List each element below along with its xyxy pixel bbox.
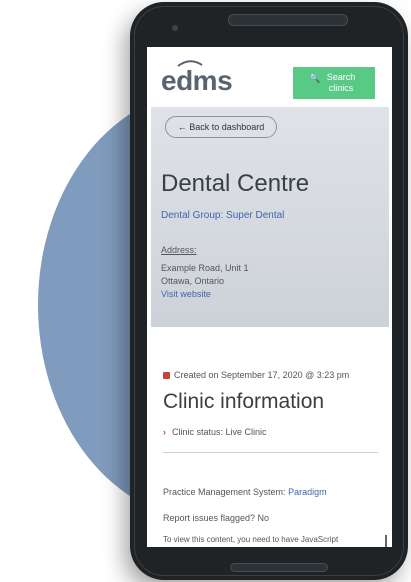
address-line-2: Ottawa, Ontario xyxy=(161,276,225,286)
created-date: Created on September 17, 2020 @ 3:23 pm xyxy=(163,370,349,380)
clinic-status: › Clinic status: Live Clinic xyxy=(163,427,267,437)
address-label: Address: xyxy=(161,245,197,255)
top-bar: edms 🔍 Search clinics xyxy=(147,47,392,107)
pms-link[interactable]: Paradigm xyxy=(288,487,327,497)
search-clinics-button[interactable]: 🔍 Search clinics xyxy=(293,67,375,99)
back-to-dashboard-button[interactable]: ← Back to dashboard xyxy=(165,116,277,138)
search-label-line2: clinics xyxy=(328,83,354,93)
section-title: Clinic information xyxy=(163,390,325,413)
divider xyxy=(163,452,378,453)
chevron-right-icon: › xyxy=(163,427,166,437)
clinic-status-text: Clinic status: Live Clinic xyxy=(172,427,267,437)
clinic-hero: ← Back to dashboard Dental Centre Dental… xyxy=(151,107,389,327)
phone-screen: edms 🔍 Search clinics ← Back to dashboar… xyxy=(147,47,392,547)
search-label-line1: Search xyxy=(326,72,356,82)
calendar-icon xyxy=(163,372,170,379)
dental-group-link[interactable]: Dental Group: Super Dental xyxy=(161,210,284,221)
edms-logo[interactable]: edms xyxy=(161,65,233,97)
speaker-bottom xyxy=(230,563,328,572)
practice-management-system: Practice Management System: Paradigm xyxy=(163,487,327,497)
page-title: Dental Centre xyxy=(161,170,310,197)
search-icon: 🔍 xyxy=(309,73,321,83)
front-camera xyxy=(172,25,178,31)
visit-website-link[interactable]: Visit website xyxy=(161,289,211,299)
created-text: Created on September 17, 2020 @ 3:23 pm xyxy=(174,370,350,380)
pms-label: Practice Management System: xyxy=(163,487,286,497)
scrollbar[interactable] xyxy=(385,535,387,547)
report-issues-text: Report issues flagged? No xyxy=(163,513,270,523)
address-line-1: Example Road, Unit 1 xyxy=(161,263,249,273)
speaker-top xyxy=(228,14,348,26)
javascript-notice: To view this content, you need to have J… xyxy=(163,535,339,544)
